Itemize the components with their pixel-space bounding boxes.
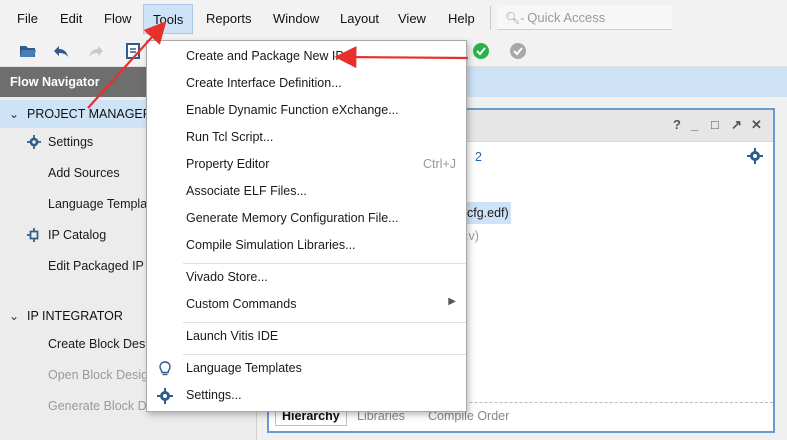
menu-reports[interactable]: Reports: [206, 10, 252, 28]
menu-separator: [183, 322, 466, 323]
redo-icon[interactable]: [87, 42, 105, 60]
menu-item-label: Generate Memory Configuration File...: [186, 211, 399, 225]
menu-separator: [183, 354, 466, 355]
menu-file[interactable]: File: [17, 10, 38, 28]
menu-item-label: Settings...: [186, 388, 242, 402]
section-title: IP INTEGRATOR: [27, 309, 123, 323]
source-file[interactable]: .v): [465, 229, 479, 243]
menu-item-label: Launch Vitis IDE: [186, 329, 279, 343]
undo-icon[interactable]: [52, 42, 70, 60]
nav-item-language-templates[interactable]: Language Templa: [48, 194, 147, 214]
menu-help[interactable]: Help: [448, 10, 475, 28]
nav-item-generate-block-design: Generate Block D: [48, 399, 147, 413]
menu-item-associate-elf[interactable]: Associate ELF Files...: [147, 179, 466, 205]
menu-edit[interactable]: Edit: [60, 10, 82, 28]
menu-item-label: Associate ELF Files...: [186, 184, 307, 198]
menu-bar: File Edit Flow Tools Reports Window Layo…: [0, 0, 787, 36]
nav-item-add-sources[interactable]: Add Sources: [48, 163, 120, 183]
document-icon[interactable]: [124, 42, 142, 60]
menu-item-compile-sim-libraries[interactable]: Compile Simulation Libraries...: [147, 233, 466, 259]
menu-item-label: Property Editor: [186, 157, 270, 171]
nav-item-settings[interactable]: Settings: [48, 132, 93, 152]
menu-item-enable-dfx[interactable]: Enable Dynamic Function eXchange...: [147, 98, 466, 124]
menu-item-label: Create and Package New IP...: [186, 49, 353, 63]
menu-item-language-templates[interactable]: Language Templates: [147, 356, 466, 382]
menu-item-launch-vitis[interactable]: Launch Vitis IDE: [147, 324, 466, 350]
menu-layout[interactable]: Layout: [340, 10, 379, 28]
nav-item-create-block-design[interactable]: Create Block Des: [48, 334, 145, 354]
section-title: PROJECT MANAGER: [27, 107, 152, 121]
chevron-down-icon[interactable]: ⌄: [9, 100, 19, 128]
menu-item-vivado-store[interactable]: Vivado Store...: [147, 265, 466, 291]
minimize-icon[interactable]: _: [691, 117, 698, 132]
tools-menu: Create and Package New IP... Create Inte…: [146, 40, 467, 412]
source-file-selected[interactable]: cfg.edf): [465, 202, 511, 224]
menu-item-run-tcl-script[interactable]: Run Tcl Script...: [147, 125, 466, 151]
nav-item-ip-catalog[interactable]: IP Catalog: [48, 225, 106, 245]
menu-item-settings[interactable]: Settings...: [147, 383, 466, 409]
source-count: 2: [475, 150, 482, 164]
menubar-divider: [490, 6, 491, 30]
gear-icon[interactable]: [747, 148, 763, 164]
checkmark-gray-icon[interactable]: [509, 42, 527, 60]
help-icon[interactable]: ?: [673, 117, 681, 132]
submenu-arrow-icon: ▶: [448, 296, 456, 307]
menu-window[interactable]: Window: [273, 10, 319, 28]
menu-item-property-editor[interactable]: Property Editor Ctrl+J: [147, 152, 466, 178]
menu-separator: [183, 263, 466, 264]
menu-item-label: Language Templates: [186, 361, 302, 375]
menu-item-label: Vivado Store...: [186, 270, 268, 284]
menu-tools[interactable]: Tools: [143, 4, 194, 34]
menu-view[interactable]: View: [398, 10, 426, 28]
menu-item-create-interface-definition[interactable]: Create Interface Definition...: [147, 71, 466, 97]
menu-item-label: Custom Commands: [186, 297, 297, 311]
nav-item-edit-packaged-ip[interactable]: Edit Packaged IP: [48, 256, 144, 276]
chevron-down-icon[interactable]: ⌄: [9, 302, 19, 330]
search-icon: 🔍︎-: [505, 11, 525, 25]
menu-item-label: Enable Dynamic Function eXchange...: [186, 103, 399, 117]
menu-item-custom-commands[interactable]: Custom Commands ▶: [147, 292, 466, 318]
checkmark-green-icon[interactable]: [472, 42, 490, 60]
nav-item-open-block-design: Open Block Desig: [48, 368, 149, 382]
menu-item-create-package-ip[interactable]: Create and Package New IP...: [147, 44, 466, 70]
menu-item-shortcut: Ctrl+J: [423, 157, 456, 171]
menu-item-label: Compile Simulation Libraries...: [186, 238, 356, 252]
quick-access-placeholder: Quick Access: [527, 10, 606, 25]
menu-item-label: Create Interface Definition...: [186, 76, 342, 90]
lightbulb-icon: [159, 361, 171, 376]
plug-icon: [27, 228, 39, 242]
gear-icon: [27, 135, 41, 149]
menu-item-label: Run Tcl Script...: [186, 130, 274, 144]
menu-flow[interactable]: Flow: [104, 10, 131, 28]
maximize-icon[interactable]: □: [711, 117, 719, 132]
menu-item-generate-memory-config[interactable]: Generate Memory Configuration File...: [147, 206, 466, 232]
gear-icon: [157, 388, 173, 404]
open-folder-icon[interactable]: [19, 42, 37, 60]
float-icon[interactable]: ↗: [731, 117, 742, 133]
quick-access-input[interactable]: 🔍︎- Quick Access: [497, 5, 672, 30]
close-icon[interactable]: ✕: [751, 117, 762, 133]
